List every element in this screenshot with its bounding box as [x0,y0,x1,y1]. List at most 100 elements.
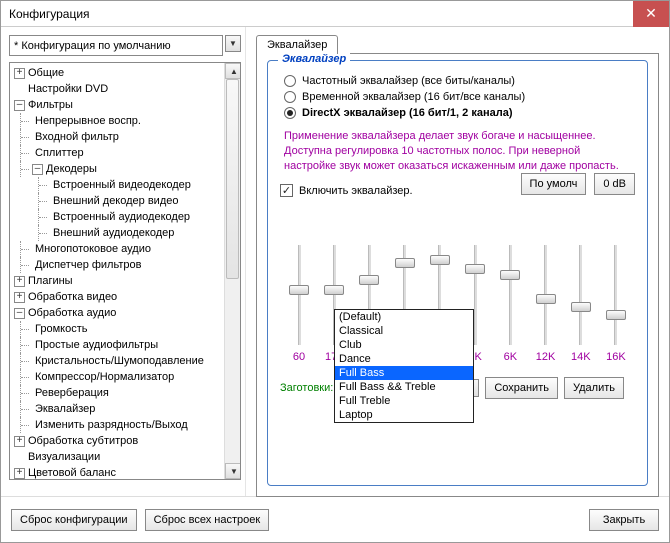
preset-dropdown-list[interactable]: (Default)ClassicalClubDanceFull BassFull… [334,309,474,423]
tree-item[interactable]: – Обработка аудио [12,305,238,321]
collapse-icon[interactable]: – [32,164,43,175]
slider-thumb[interactable] [571,302,591,312]
preset-option[interactable]: Dance [335,352,473,366]
config-combo[interactable]: * Конфигурация по умолчанию [9,35,223,56]
eq-mode-label: Временной эквалайзер (16 бит/все каналы) [302,91,525,103]
tree-item-label: Изменить разрядность/Выход [35,417,188,433]
preset-option[interactable]: Full Bass && Treble [335,380,473,394]
tree-item[interactable]: – Декодеры [12,161,238,177]
eq-mode-label: Частотный эквалайзер (все биты/каналы) [302,75,515,87]
expand-icon[interactable]: + [14,292,25,303]
eq-band-slider[interactable] [610,245,622,345]
preset-label: Заготовки: [280,382,333,394]
tab-equalizer[interactable]: Эквалайзер [256,35,338,54]
tree-item[interactable]: Визуализации [12,449,238,465]
eq-band-slider[interactable] [540,245,552,345]
tree-item[interactable]: Компрессор/Нормализатор [12,369,238,385]
slider-thumb[interactable] [500,270,520,280]
window-title: Конфигурация [9,7,90,21]
save-preset-button[interactable]: Сохранить [485,377,558,399]
tree-item[interactable]: Многопотоковое аудио [12,241,238,257]
group-title: Эквалайзер [278,53,350,65]
preset-option[interactable]: (Default) [335,310,473,324]
tree-item-label: Сплиттер [35,145,84,161]
close-button[interactable]: Закрыть [589,509,659,531]
main-panel: Эквалайзер Эквалайзер Частотный эквалайз… [246,27,669,496]
scroll-thumb[interactable] [226,79,239,279]
slider-thumb[interactable] [359,275,379,285]
eq-band-slider[interactable] [575,245,587,345]
tree-item[interactable]: Диспетчер фильтров [12,257,238,273]
tree-item[interactable]: Изменить разрядность/Выход [12,417,238,433]
tree-item-label: Обработка видео [28,289,117,305]
collapse-icon[interactable]: – [14,308,25,319]
slider-thumb[interactable] [430,255,450,265]
scroll-down-icon[interactable]: ▼ [225,463,241,479]
delete-preset-button[interactable]: Удалить [564,377,624,399]
tree-item[interactable]: Внешний декодер видео [12,193,238,209]
tree-item[interactable]: + Обработка субтитров [12,433,238,449]
reset-config-button[interactable]: Сброс конфигурации [11,509,137,531]
expand-icon[interactable]: + [14,468,25,479]
expand-icon[interactable]: + [14,68,25,79]
tree-item[interactable]: Эквалайзер [12,401,238,417]
tree-item[interactable]: + Цветовой баланс [12,465,238,480]
scrollbar[interactable]: ▲ ▼ [224,63,240,479]
slider-thumb[interactable] [289,285,309,295]
expand-icon[interactable]: + [14,436,25,447]
collapse-icon[interactable]: – [14,100,25,111]
titlebar: Конфигурация ✕ [1,1,669,27]
eq-band-slider[interactable] [504,245,516,345]
chevron-down-icon[interactable]: ▼ [225,35,241,52]
enable-equalizer-checkbox[interactable]: ✓ [280,184,293,197]
tree-item[interactable]: + Общие [12,65,238,81]
tree-item[interactable]: Реверберация [12,385,238,401]
eq-band-slider[interactable] [293,245,305,345]
tree-item[interactable]: Встроенный аудиодекодер [12,209,238,225]
tree-item-label: Диспетчер фильтров [35,257,141,273]
slider-thumb[interactable] [324,285,344,295]
tree-item-label: Обработка аудио [28,305,116,321]
slider-thumb[interactable] [395,258,415,268]
tree-item-label: Эквалайзер [35,401,95,417]
tree-item[interactable]: + Плагины [12,273,238,289]
preset-option[interactable]: Classical [335,324,473,338]
zero-db-button[interactable]: 0 dB [594,173,635,195]
reset-all-button[interactable]: Сброс всех настроек [145,509,270,531]
slider-thumb[interactable] [465,264,485,274]
slider-thumb[interactable] [536,294,556,304]
tree-item[interactable]: Входной фильтр [12,129,238,145]
tree-item[interactable]: Непрерывное воспр. [12,113,238,129]
tree-item[interactable]: – Фильтры [12,97,238,113]
tree-item[interactable]: Сплиттер [12,145,238,161]
config-combo-value: * Конфигурация по умолчанию [14,40,171,52]
tree-item[interactable]: Встроенный видеодекодер [12,177,238,193]
slider-thumb[interactable] [606,310,626,320]
tree-item-label: Внешний декодер видео [53,193,178,209]
tree-item[interactable]: Громкость [12,321,238,337]
tree-item[interactable]: Внешний аудиодекодер [12,225,238,241]
tree-item[interactable]: Кристальность/Шумоподавление [12,353,238,369]
eq-band-label: 16K [606,351,626,363]
default-button[interactable]: По умолч [521,173,587,195]
tree-item-label: Настройки DVD [28,81,108,97]
scroll-up-icon[interactable]: ▲ [225,63,241,79]
preset-option[interactable]: Full Bass [335,366,473,380]
tree-item[interactable]: Настройки DVD [12,81,238,97]
eq-mode-radio[interactable] [284,107,296,119]
tree-item-label: Реверберация [35,385,109,401]
preset-option[interactable]: Laptop [335,408,473,422]
tree-item-label: Цветовой баланс [28,465,116,480]
tree-item[interactable]: + Обработка видео [12,289,238,305]
tree-item[interactable]: Простые аудиофильтры [12,337,238,353]
expand-icon[interactable]: + [14,276,25,287]
eq-mode-radio[interactable] [284,91,296,103]
tree-item-label: Непрерывное воспр. [35,113,141,129]
preset-option[interactable]: Club [335,338,473,352]
preset-option[interactable]: Full Treble [335,394,473,408]
close-icon[interactable]: ✕ [633,1,669,27]
tree-item-label: Кристальность/Шумоподавление [35,353,204,369]
config-window: Конфигурация ✕ * Конфигурация по умолчан… [0,0,670,543]
eq-mode-radio[interactable] [284,75,296,87]
config-tree: + Общие Настройки DVD– Фильтры Непрерывн… [9,62,241,480]
